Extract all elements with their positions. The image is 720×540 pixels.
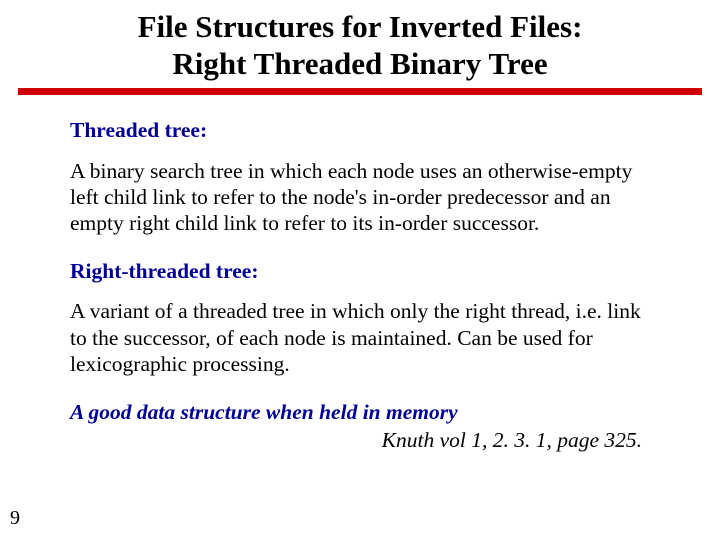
title-underline	[18, 88, 702, 95]
section-body-right-threaded: A variant of a threaded tree in which on…	[70, 298, 650, 377]
page-number: 9	[10, 507, 20, 530]
section-heading-right-threaded: Right-threaded tree:	[70, 258, 650, 284]
section-heading-threaded: Threaded tree:	[70, 117, 650, 143]
slide-title: File Structures for Inverted Files: Righ…	[0, 0, 720, 88]
footer-note: A good data structure when held in memor…	[70, 399, 650, 425]
slide: File Structures for Inverted Files: Righ…	[0, 0, 720, 540]
section-body-threaded: A binary search tree in which each node …	[70, 158, 650, 237]
title-line-1: File Structures for Inverted Files:	[138, 9, 583, 44]
slide-content: Threaded tree: A binary search tree in w…	[0, 95, 720, 453]
title-line-2: Right Threaded Binary Tree	[172, 46, 547, 81]
citation: Knuth vol 1, 2. 3. 1, page 325.	[70, 427, 650, 453]
